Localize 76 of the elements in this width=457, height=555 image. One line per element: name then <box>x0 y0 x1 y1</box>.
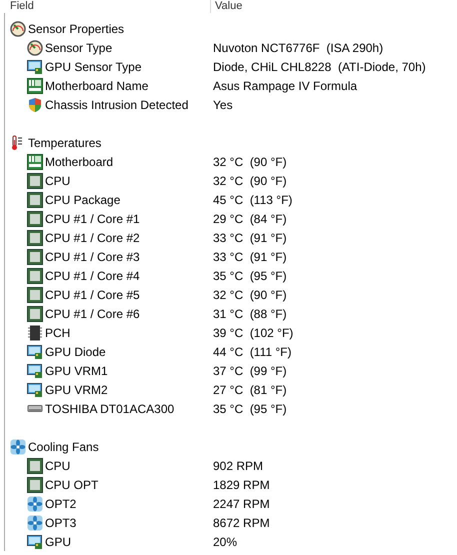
value-text: Yes <box>213 98 234 112</box>
field-label[interactable]: GPU Sensor Type <box>45 60 142 74</box>
field-label[interactable]: CPU #1 / Core #5 <box>45 288 140 302</box>
chip-icon <box>27 476 43 492</box>
field-label[interactable]: CPU #1 / Core #1 <box>45 212 140 226</box>
motherboard-icon <box>27 78 43 94</box>
value-text: 39 °C (102 °F) <box>213 326 294 340</box>
value-text: 33 °C (91 °F) <box>213 250 288 264</box>
value-text: 902 RPM <box>213 458 264 472</box>
chip-icon <box>27 268 43 284</box>
value-text: 31 °C (88 °F) <box>213 306 288 320</box>
field-label[interactable]: GPU VRM1 <box>45 364 108 378</box>
value-text: 2247 RPM <box>213 496 271 510</box>
value-text: Asus Rampage IV Formula <box>213 78 358 92</box>
chip-icon <box>27 210 43 226</box>
gauge-icon <box>10 20 26 36</box>
field-label[interactable]: CPU OPT <box>45 478 98 492</box>
value-text: 8672 RPM <box>213 516 271 530</box>
field-label[interactable]: CPU <box>45 174 70 188</box>
shield-icon <box>27 96 43 112</box>
fan-icon <box>27 496 43 512</box>
drive-icon <box>27 405 43 412</box>
field-label[interactable]: Motherboard Name <box>45 78 148 92</box>
chip-icon <box>27 172 43 188</box>
field-label[interactable]: CPU #1 / Core #6 <box>45 306 140 320</box>
value-text: 37 °C (99 °F) <box>213 364 288 378</box>
value-text: 33 °C (91 °F) <box>213 230 288 244</box>
field-label[interactable]: CPU #1 / Core #4 <box>45 268 140 282</box>
value-text: 27 °C (81 °F) <box>213 382 288 396</box>
gauge-icon <box>27 40 43 56</box>
monitor-icon <box>27 344 43 360</box>
column-header[interactable]: Field <box>0 0 210 13</box>
value-text: 32 °C (90 °F) <box>213 174 288 188</box>
field-label[interactable]: CPU #1 / Core #3 <box>45 250 140 264</box>
field-label[interactable]: OPT3 <box>45 516 76 530</box>
chip-icon <box>27 458 43 474</box>
fan-icon <box>10 438 26 454</box>
value-text: 1829 RPM <box>213 478 271 492</box>
field-label[interactable]: OPT2 <box>45 496 76 510</box>
value-text: 45 °C (113 °F) <box>213 192 294 206</box>
field-label[interactable]: Motherboard <box>45 154 114 168</box>
chip-icon <box>27 306 43 322</box>
value-text: 35 °C (95 °F) <box>213 268 288 282</box>
monitor-icon <box>27 362 43 378</box>
value-text: Diode, CHiL CHL8228 (ATI-Diode, 70h) <box>213 60 427 74</box>
chip-icon <box>27 286 43 302</box>
value-text: 20% <box>213 534 238 548</box>
value-text: 44 °C (111 °F) <box>213 344 293 358</box>
value-text: Nuvoton NCT6776F (ISA 290h) <box>213 40 384 54</box>
field-label[interactable]: GPU VRM2 <box>45 382 108 396</box>
column-header[interactable]: Value <box>210 0 457 13</box>
group-label[interactable]: Sensor Properties <box>28 22 124 36</box>
field-label[interactable]: Chassis Intrusion Detected <box>45 98 188 112</box>
field-label[interactable]: PCH <box>45 326 70 340</box>
chip-icon <box>27 230 43 246</box>
value-text: 29 °C (84 °F) <box>213 212 288 226</box>
field-label[interactable]: CPU <box>45 458 70 472</box>
field-label[interactable]: CPU Package <box>45 192 120 206</box>
field-label[interactable]: CPU #1 / Core #2 <box>45 230 140 244</box>
value-text: 32 °C (90 °F) <box>213 154 288 168</box>
group-label[interactable]: Cooling Fans <box>28 440 99 454</box>
field-label[interactable]: Sensor Type <box>45 40 112 54</box>
chip-icon <box>27 192 43 208</box>
monitor-icon <box>27 58 43 74</box>
fan-icon <box>27 514 43 530</box>
group-label[interactable]: Temperatures <box>28 136 102 150</box>
field-label[interactable]: GPU <box>45 534 72 548</box>
monitor-icon <box>27 534 43 550</box>
value-text: 35 °C (95 °F) <box>213 402 288 416</box>
monitor-icon <box>27 382 43 398</box>
value-text: 32 °C (90 °F) <box>213 288 288 302</box>
chip-icon <box>27 248 43 264</box>
motherboard-icon <box>27 154 43 170</box>
field-label[interactable]: TOSHIBA DT01ACA300 <box>45 402 174 416</box>
field-label[interactable]: GPU Diode <box>45 344 106 358</box>
chip-icon <box>27 324 43 340</box>
